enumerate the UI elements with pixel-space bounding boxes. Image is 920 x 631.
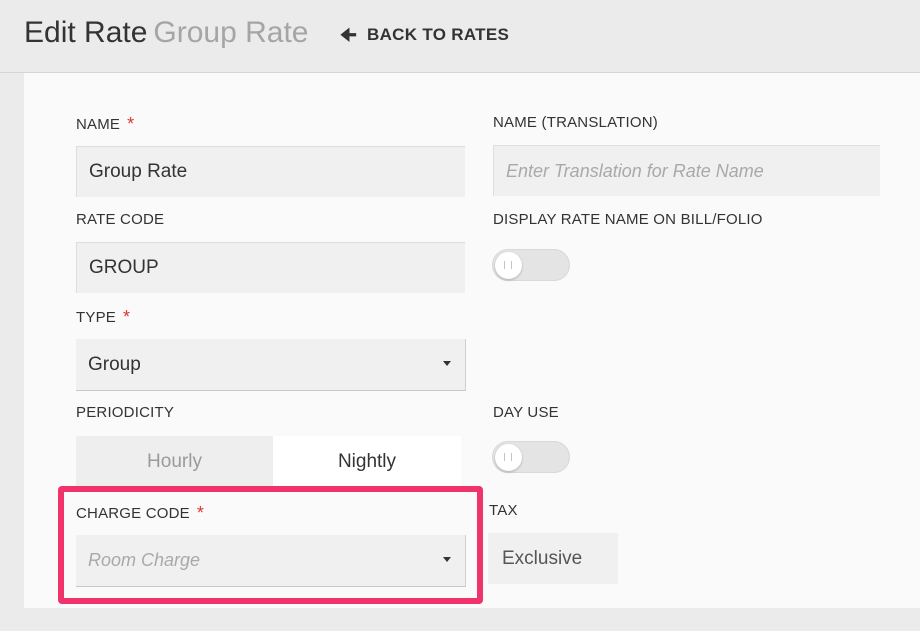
back-to-rates-link[interactable]: 🠈 BACK TO RATES	[340, 25, 509, 45]
type-select[interactable]: Group	[76, 339, 466, 391]
day-use-toggle[interactable]	[492, 441, 570, 473]
day-use-label: DAY USE	[493, 404, 559, 421]
tax-value: Exclusive	[488, 533, 618, 584]
toggle-knob	[495, 252, 522, 279]
periodicity-option-hourly[interactable]: Hourly	[76, 436, 273, 488]
toggle-knob	[495, 444, 522, 471]
caret-down-icon	[443, 361, 451, 366]
charge-code-label: CHARGE CODE *	[76, 503, 204, 524]
display-rate-name-toggle[interactable]	[492, 249, 570, 281]
page-title-main: Edit Rate	[24, 16, 148, 49]
charge-code-select-placeholder: Room Charge	[88, 550, 201, 570]
required-marker: *	[122, 307, 131, 327]
page-title: Edit Rate Group Rate	[24, 16, 309, 50]
name-translation-input[interactable]: Enter Translation for Rate Name	[493, 145, 880, 196]
required-marker: *	[127, 114, 135, 134]
caret-down-icon	[443, 557, 451, 562]
name-label: NAME *	[76, 114, 134, 135]
tax-label: TAX	[489, 502, 518, 519]
type-label: TYPE *	[76, 307, 130, 328]
back-to-rates-label: BACK TO RATES	[367, 25, 510, 44]
periodicity-segmented-control: Hourly Nightly	[76, 436, 461, 488]
periodicity-option-nightly[interactable]: Nightly	[273, 436, 461, 488]
arrow-left-icon: 🠈	[340, 25, 358, 45]
charge-code-select[interactable]: Room Charge	[76, 535, 466, 587]
required-marker: *	[196, 503, 205, 523]
page-title-rate-name: Group Rate	[153, 16, 309, 49]
rate-code-input[interactable]: GROUP	[76, 242, 465, 293]
name-label-text: NAME	[76, 116, 121, 133]
page-header: Edit Rate Group Rate 🠈 BACK TO RATES	[0, 0, 920, 73]
name-translation-label: NAME (TRANSLATION)	[493, 114, 658, 131]
charge-code-label-text: CHARGE CODE	[76, 505, 190, 522]
rate-code-label: RATE CODE	[76, 211, 165, 228]
type-label-text: TYPE	[76, 309, 116, 326]
periodicity-label: PERIODICITY	[76, 404, 175, 421]
display-rate-name-label: DISPLAY RATE NAME ON BILL/FOLIO	[493, 211, 763, 228]
name-input[interactable]: Group Rate	[76, 146, 465, 197]
type-select-value: Group	[88, 353, 141, 375]
